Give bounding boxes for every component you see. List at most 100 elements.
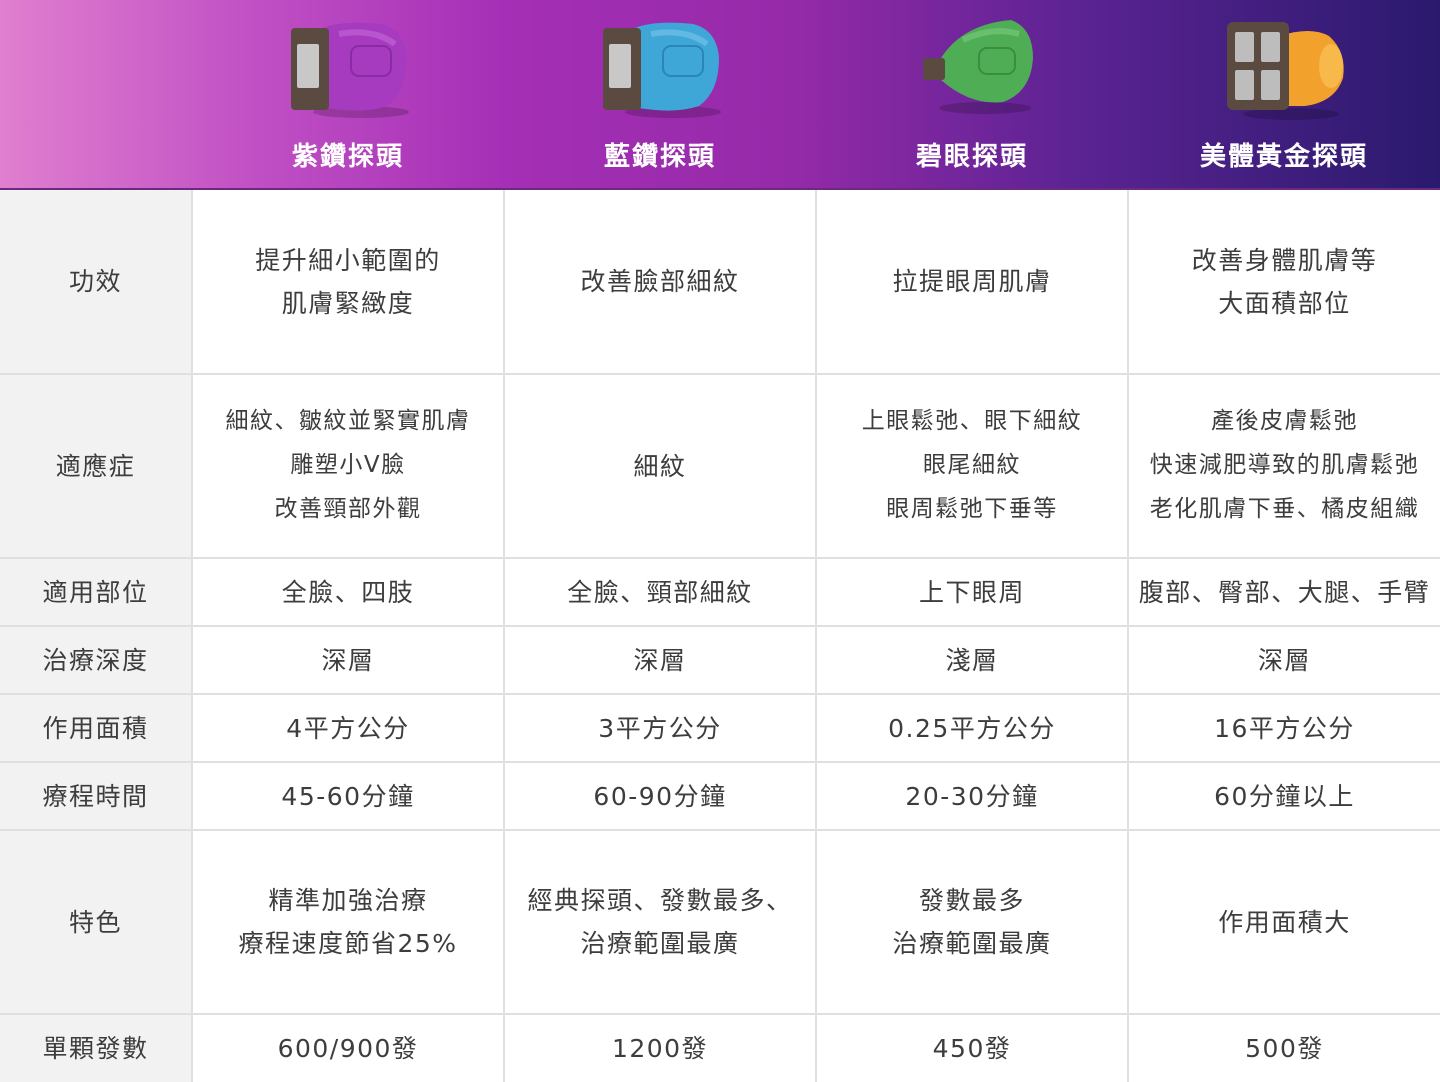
table-cell: 產後皮膚鬆弛 快速減肥導致的肌膚鬆弛 老化肌膚下垂、橘皮組織 [1127,373,1440,559]
cell-text: 產後皮膚鬆弛 [1211,408,1358,435]
probe-name: 藍鑽探頭 [603,142,716,172]
cell-text: 老化肌膚下垂、橘皮組織 [1149,495,1420,522]
cell-text: 腹部、臀部、大腿、手臂 [1138,577,1431,607]
gold-probe-icon [1227,22,1344,120]
cell-text: 20-30分鐘 [905,781,1039,811]
cell-text: 全臉、頸部細紋 [567,577,753,607]
cell-text: 深層 [321,645,375,675]
table-cell: 精準加強治療療程速度節省25% [191,829,505,1015]
table-row: 特色 精準加強治療 療程速度節省25% 經典探頭、發數最多、 治療範圍最廣 發數最多 治療範… [0,829,1440,1015]
cell-text: 大面積部位 [1218,288,1351,318]
cell-text: 雕塑小V臉 [290,452,406,479]
cell-text: 1200發 [611,1034,709,1063]
probe-name: 碧眼探頭 [915,142,1028,172]
row-label: 療程時間 [0,761,193,831]
cell-text: 發數最多 [918,886,1025,915]
table-row: 治療深度 深層 深層 淺層 深層 [0,625,1440,695]
probe-purple: 紫鑽探頭 [192,0,504,190]
row-label: 功效 [0,190,193,375]
table-cell: 細紋 [503,373,817,559]
cell-text: 眼尾細紋 [923,452,1021,479]
cell-text: 4平方公分 [286,713,410,743]
cell-text: 500發 [1245,1034,1324,1063]
probe-blue: 藍鑽探頭 [504,0,816,190]
table-row: 適用部位 全臉、四肢 全臉、頸部細紋 上下眼周 腹部、臀部、大腿、手臂 [0,557,1440,627]
cell-text: 深層 [633,645,687,675]
cell-text: 治療範圍最廣 [580,929,740,958]
table-cell: 全臉、四肢 [191,557,505,627]
table-cell: 3平方公分 [503,693,817,763]
table-cell: 經典探頭、發數最多、 治療範圍最廣 [503,829,817,1015]
table-cell: 16平方公分 [1127,693,1440,763]
table-row: 單顆發數 600/900發 1200發 450發 500發 [0,1013,1440,1082]
table-cell: 細紋、皺紋並緊實肌膚 雕塑小V臉改善頸部外觀 [191,373,505,559]
cell-text: 肌膚緊緻度 [281,288,415,318]
table-cell: 改善臉部細紋 [503,190,817,375]
table-cell: 改善身體肌膚等 大面積部位 [1127,190,1440,375]
cell-text: 拉提眼周肌膚 [892,267,1052,296]
row-label: 適應症 [0,373,193,559]
cell-text: 3平方公分 [598,713,722,743]
table-cell: 深層 [1127,625,1440,695]
probe-header: 紫鑽探頭 藍鑽探頭 碧眼探頭 美體黃金探頭 [0,0,1440,190]
row-label: 特色 [0,829,193,1015]
cell-text: 眼周鬆弛下垂等 [886,495,1058,522]
blue-probe-icon [603,22,721,118]
table-cell: 1200發 [503,1013,817,1082]
table-row: 適應症 細紋、皺紋並緊實肌膚 雕塑小V臉 改善頸部外觀 細紋 上眼鬆弛、眼下細紋 眼尾細紋眼… [0,373,1440,559]
cell-text: 細紋、皺紋並緊實肌膚 [225,408,471,435]
table-cell: 4平方公分 [191,693,505,763]
table-cell: 作用面積大 [1127,829,1440,1015]
cell-text: 改善臉部細紋 [580,267,740,296]
probe-green: 碧眼探頭 [816,0,1128,190]
table-cell: 600/900發 [191,1013,505,1082]
cell-text: 16平方公分 [1214,713,1355,743]
cell-text: 上眼鬆弛、眼下細紋 [861,408,1083,435]
table-cell: 深層 [503,625,817,695]
cell-text: 精準加強治療 [268,886,428,915]
cell-text: 450發 [932,1034,1012,1063]
cell-text: 0.25平方公分 [888,713,1056,743]
cell-text: 改善頸部外觀 [274,495,422,522]
table-cell: 全臉、頸部細紋 [503,557,817,627]
table-cell: 20-30分鐘 [815,761,1129,831]
green-probe-icon [923,20,1033,114]
cell-text: 改善身體肌膚等 [1191,245,1378,275]
table-row: 作用面積 4平方公分 3平方公分 0.25平方公分 16平方公分 [0,693,1440,763]
probe-gold: 美體黃金探頭 [1128,0,1440,190]
comparison-table: 功效 提升細小範圍的 肌膚緊緻度 改善臉部細紋 拉提眼周肌膚 改善身體肌膚等 大面積部位 適應… [0,190,1440,1082]
cell-text: 上下眼周 [918,577,1025,607]
table-row: 療程時間 45-60分鐘 60-90分鐘 20-30分鐘 60分鐘以上 [0,761,1440,831]
cell-text: 淺層 [945,645,999,675]
cell-text: 提升細小範圍的 [255,245,441,275]
table-cell: 500發 [1127,1013,1440,1082]
table-cell: 提升細小範圍的 肌膚緊緻度 [191,190,505,375]
table-cell: 上眼鬆弛、眼下細紋 眼尾細紋眼周鬆弛下垂等 [815,373,1129,559]
table-cell: 60-90分鐘 [503,761,817,831]
cell-text: 療程速度節省25% [238,929,458,958]
cell-text: 作用面積大 [1218,907,1351,937]
cell-text: 細紋 [633,451,687,481]
cell-text: 治療範圍最廣 [892,929,1052,958]
cell-text: 深層 [1257,645,1311,675]
table-row: 功效 提升細小範圍的 肌膚緊緻度 改善臉部細紋 拉提眼周肌膚 改善身體肌膚等 大面積部位 [0,190,1440,375]
row-label: 適用部位 [0,557,193,627]
table-cell: 淺層 [815,625,1129,695]
table-cell: 450發 [815,1013,1129,1082]
probe-name: 美體黃金探頭 [1199,142,1368,172]
cell-text: 全臉、四肢 [281,577,415,607]
row-label: 單顆發數 [0,1013,193,1082]
table-cell: 腹部、臀部、大腿、手臂 [1127,557,1440,627]
table-cell: 發數最多治療範圍最廣 [815,829,1129,1015]
table-cell: 深層 [191,625,505,695]
purple-probe-icon [291,22,409,118]
cell-text: 600/900發 [277,1034,419,1063]
table-cell: 60分鐘以上 [1127,761,1440,831]
cell-text: 60-90分鐘 [593,781,727,811]
cell-text: 60分鐘以上 [1214,781,1355,811]
cell-text: 45-60分鐘 [281,781,415,811]
table-cell: 上下眼周 [815,557,1129,627]
table-cell: 拉提眼周肌膚 [815,190,1129,375]
row-label: 治療深度 [0,625,193,695]
cell-text: 經典探頭、發數最多、 [527,886,793,915]
